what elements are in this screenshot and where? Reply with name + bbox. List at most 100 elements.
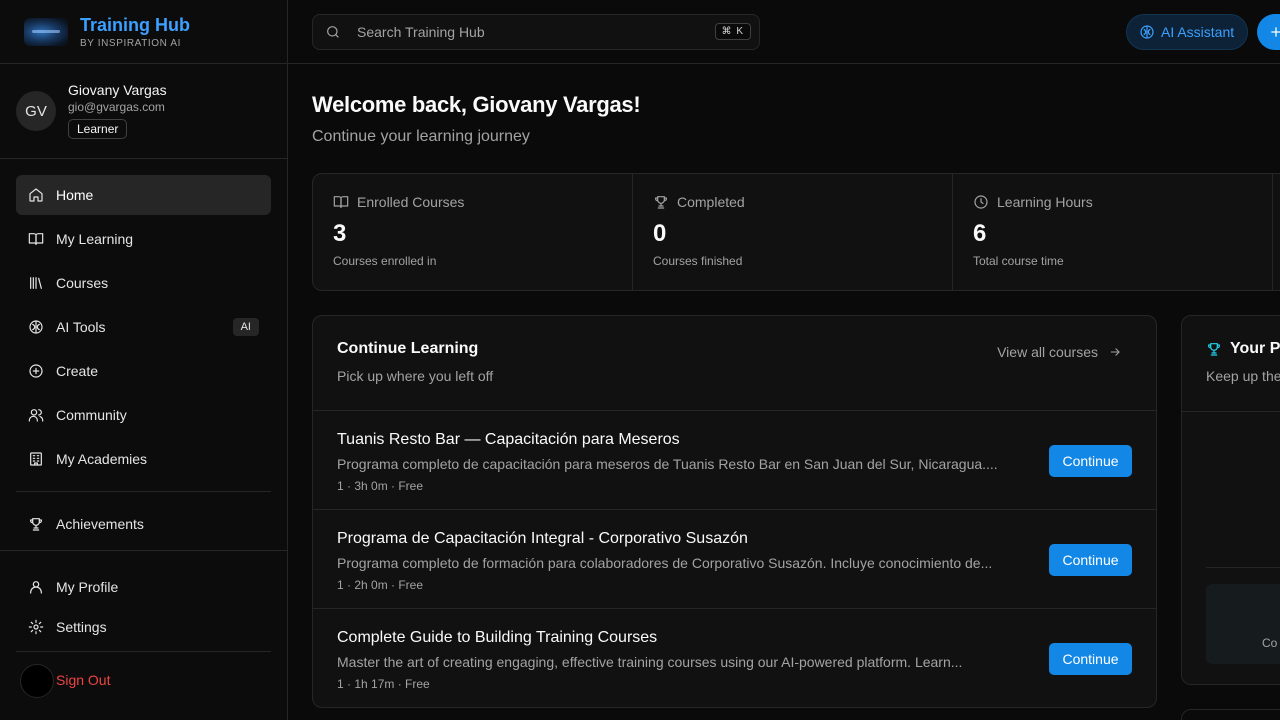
divider	[1206, 567, 1280, 568]
stat-label: Completed	[677, 194, 745, 210]
sidebar-item-label: Create	[56, 363, 99, 379]
sidebar-item-my-profile[interactable]: My Profile	[16, 567, 271, 607]
search-placeholder: Search Training Hub	[357, 24, 485, 40]
view-all-courses-link[interactable]: View all courses	[997, 344, 1122, 360]
user-name: Giovany Vargas	[68, 82, 167, 98]
user-email: gio@gvargas.com	[68, 100, 165, 114]
trophy-icon	[654, 196, 668, 209]
building-icon	[28, 451, 44, 467]
sidebar-item-community[interactable]: Community	[16, 395, 271, 435]
course-description: Programa completo de formación para cola…	[337, 555, 993, 571]
plus-circle-icon	[28, 363, 44, 379]
avatar[interactable]: GV	[16, 91, 56, 131]
trophy-icon	[1207, 343, 1221, 356]
footer-divider	[16, 651, 271, 652]
brand-subtitle: BY INSPIRATION AI	[80, 37, 181, 49]
sidebar: Training Hub BY INSPIRATION AI GV Giovan…	[0, 0, 288, 720]
home-icon	[28, 187, 44, 203]
sidebar-item-label: AI Tools	[56, 319, 106, 335]
sidebar-item-label: Achievements	[56, 516, 144, 532]
course-meta: 1 · 1h 17m · Free	[337, 677, 430, 691]
stat-desc: Courses enrolled in	[333, 254, 437, 268]
course-row[interactable]: Tuanis Resto Bar — Capacitación para Mes…	[313, 411, 1156, 510]
sign-out-avatar	[20, 664, 54, 698]
course-row[interactable]: Programa de Capacitación Integral - Corp…	[313, 510, 1156, 609]
sidebar-item-label: Settings	[56, 619, 107, 635]
main-nav: Home My Learning Courses AI Tools AI Cre…	[0, 159, 287, 544]
library-icon	[28, 275, 44, 291]
brand-title: Training Hub	[80, 14, 190, 35]
main-content: Welcome back, Giovany Vargas! Continue y…	[288, 64, 1280, 720]
sidebar-item-label: Community	[56, 407, 127, 423]
sidebar-item-label: My Learning	[56, 231, 134, 247]
section-title: Continue Learning	[337, 340, 479, 357]
sidebar-item-courses[interactable]: Courses	[16, 263, 271, 303]
course-description: Master the art of creating engaging, eff…	[337, 654, 963, 670]
stat-value: 6	[973, 220, 987, 247]
continue-button[interactable]: Continue	[1049, 643, 1132, 675]
sidebar-item-home[interactable]: Home	[16, 175, 271, 215]
course-meta: 1 · 2h 0m · Free	[337, 578, 424, 592]
gear-icon	[28, 619, 44, 635]
course-title[interactable]: Tuanis Resto Bar — Capacitación para Mes…	[337, 431, 680, 449]
sidebar-item-label: My Academies	[56, 451, 148, 467]
brand-logo	[24, 17, 68, 46]
course-meta: 1 · 3h 0m · Free	[337, 479, 424, 493]
view-all-label: View all courses	[997, 344, 1098, 360]
keyboard-shortcut: ⌘ K	[714, 23, 751, 40]
create-button[interactable]	[1257, 14, 1280, 50]
trophy-icon	[28, 516, 44, 532]
brand[interactable]: Training Hub BY INSPIRATION AI	[0, 0, 287, 64]
progress-card: Your P Keep up the Co	[1181, 315, 1280, 685]
ai-assistant-button[interactable]: AI Assistant	[1126, 14, 1248, 50]
sign-out-button[interactable]: Sign Out	[16, 660, 271, 700]
stat-value: 0	[653, 220, 667, 247]
sidebar-footer: My Profile Settings Sign Out	[0, 550, 287, 700]
continue-learning-card: Continue Learning Pick up where you left…	[312, 315, 1157, 708]
search-input[interactable]: Search Training Hub ⌘ K	[312, 14, 760, 50]
sidebar-item-ai-tools[interactable]: AI Tools AI	[16, 307, 271, 347]
page-title: Welcome back, Giovany Vargas!	[312, 92, 641, 117]
ai-assistant-label: AI Assistant	[1161, 24, 1235, 40]
stat-label: Learning Hours	[997, 194, 1093, 210]
sidebar-item-my-academies[interactable]: My Academies	[16, 439, 271, 479]
book-open-icon	[333, 196, 349, 208]
progress-box	[1206, 584, 1280, 664]
course-title[interactable]: Programa de Capacitación Integral - Corp…	[337, 530, 748, 548]
sidebar-item-create[interactable]: Create	[16, 351, 271, 391]
continue-button[interactable]: Continue	[1049, 544, 1132, 576]
book-open-icon	[28, 231, 44, 247]
brain-icon	[1140, 25, 1154, 39]
sidebar-item-label: Courses	[56, 275, 109, 291]
sidebar-item-achievements[interactable]: Achievements	[16, 504, 271, 544]
page-subtitle: Continue your learning journey	[312, 128, 530, 145]
section-subtitle: Pick up where you left off	[337, 368, 494, 384]
stat-label: Enrolled Courses	[357, 194, 465, 210]
users-icon	[28, 407, 44, 423]
sidebar-item-settings[interactable]: Settings	[16, 607, 271, 647]
course-row[interactable]: Complete Guide to Building Training Cour…	[313, 609, 1156, 707]
user-icon	[28, 579, 44, 595]
ai-badge: AI	[232, 318, 259, 336]
course-title[interactable]: Complete Guide to Building Training Cour…	[337, 629, 657, 647]
role-badge: Learner	[68, 119, 128, 139]
progress-box-text: Co	[1262, 636, 1278, 650]
next-card	[1181, 709, 1280, 720]
progress-subtitle: Keep up the	[1206, 368, 1280, 384]
divider	[1182, 411, 1280, 412]
stat-enrolled: Enrolled Courses 3 Courses enrolled in	[313, 174, 633, 290]
stat-desc: Courses finished	[653, 254, 743, 268]
stat-learning-hours: Learning Hours 6 Total course time	[953, 174, 1273, 290]
stat-completed: Completed 0 Courses finished	[633, 174, 953, 290]
brain-icon	[28, 319, 44, 335]
progress-title: Your P	[1230, 340, 1280, 357]
sidebar-item-my-learning[interactable]: My Learning	[16, 219, 271, 259]
stat-value: 3	[333, 220, 347, 247]
sidebar-item-label: My Profile	[56, 579, 119, 595]
course-description: Programa completo de capacitación para m…	[337, 456, 998, 472]
continue-button[interactable]: Continue	[1049, 445, 1132, 477]
arrow-right-icon	[1110, 348, 1120, 356]
user-card: GV Giovany Vargas gio@gvargas.com Learne…	[0, 64, 287, 159]
nav-divider	[16, 491, 271, 492]
clock-icon	[974, 195, 988, 209]
